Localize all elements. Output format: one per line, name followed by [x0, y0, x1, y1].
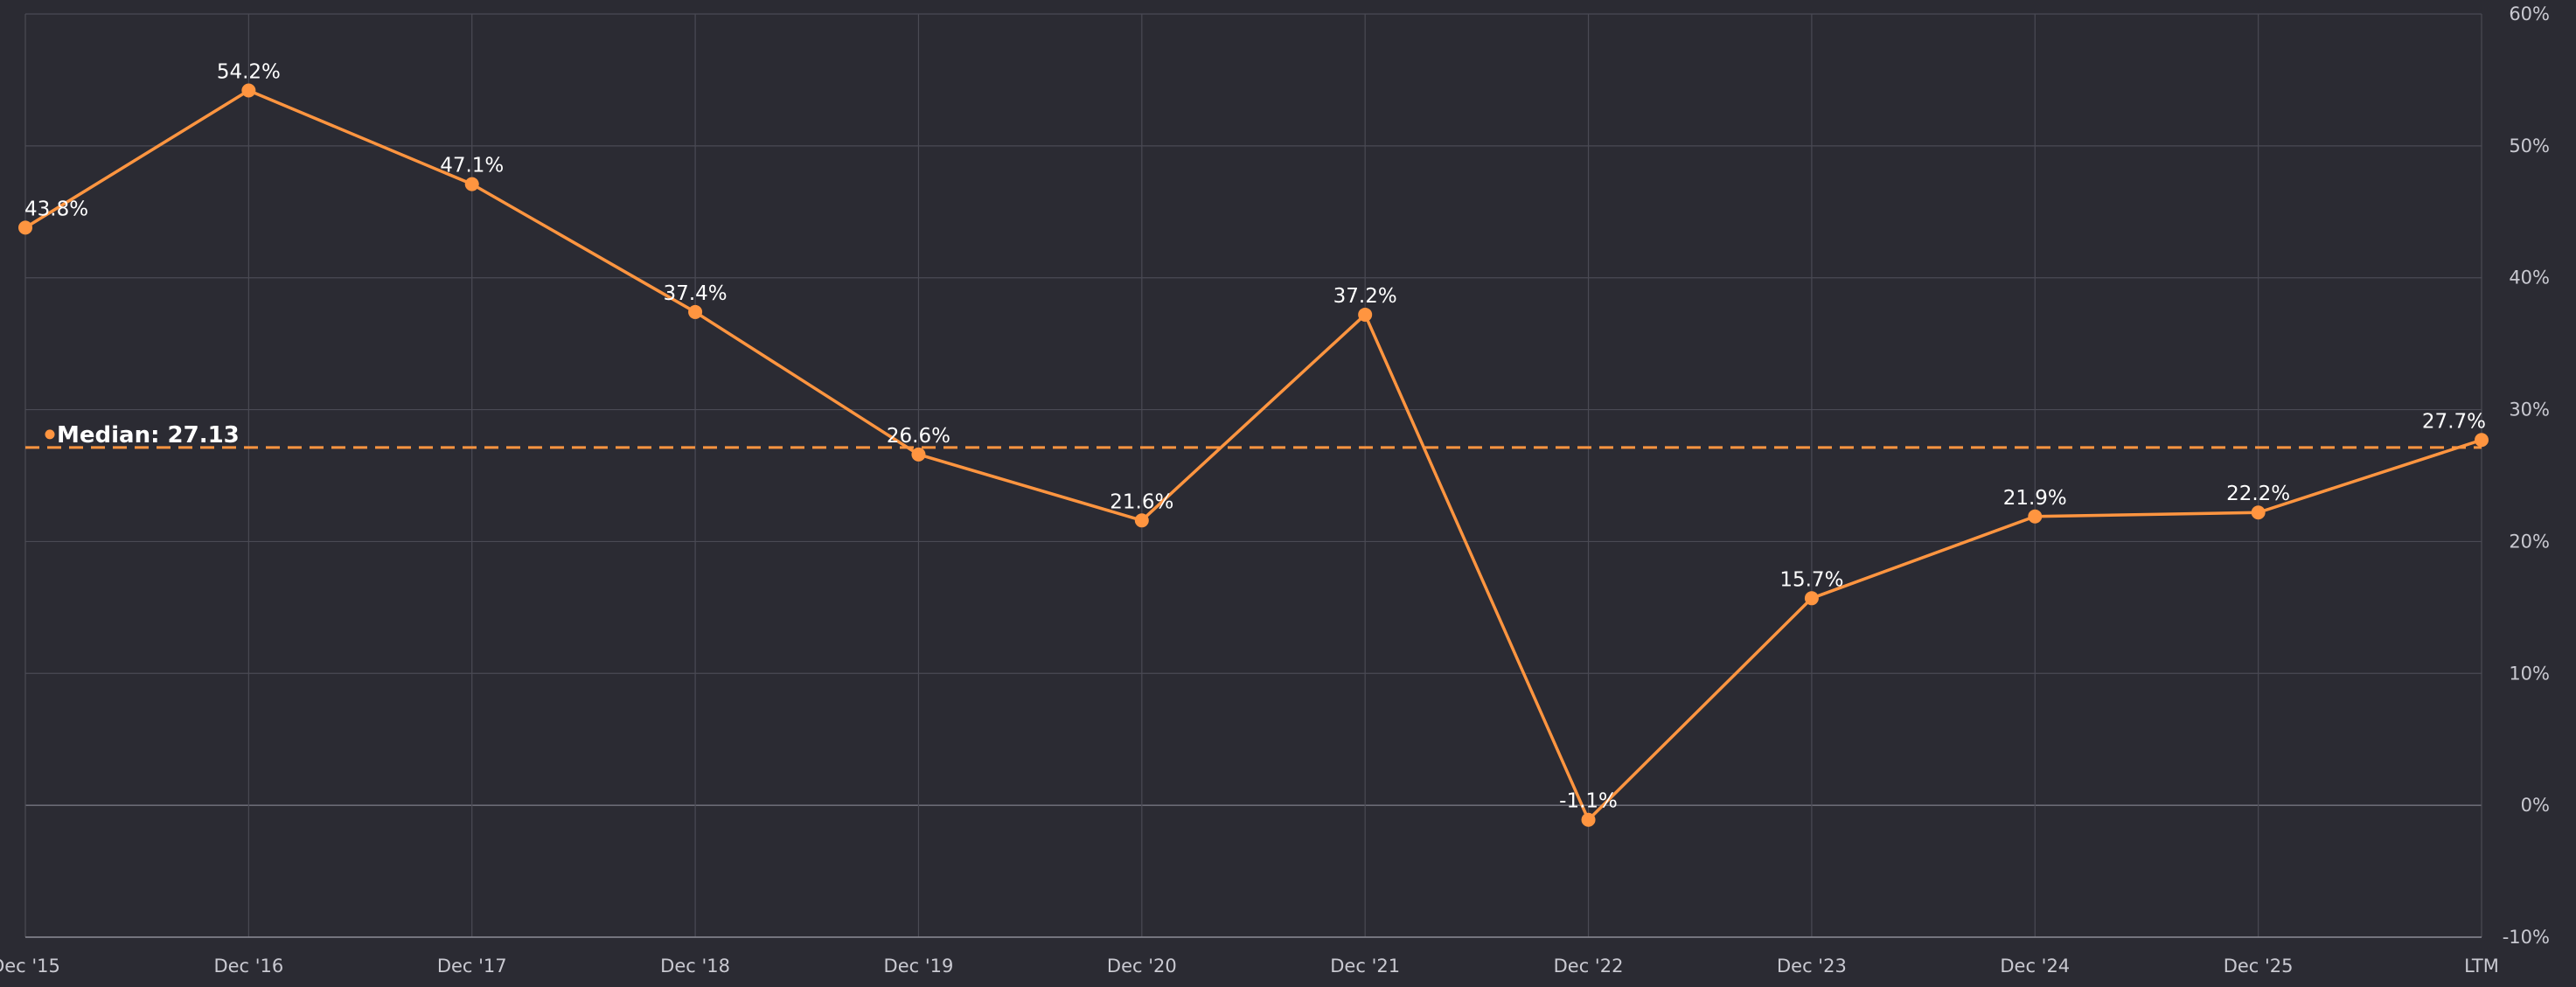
y-tick-label: 0% [2521, 795, 2550, 816]
y-tick-label: 60% [2509, 3, 2550, 24]
x-tick-label: Dec '23 [1777, 956, 1847, 977]
y-tick-label: 10% [2509, 663, 2550, 684]
data-label: 37.4% [664, 282, 728, 305]
x-tick-label: Dec '16 [213, 956, 283, 977]
data-label: 43.8% [24, 198, 88, 220]
x-tick-label: Dec '25 [2224, 956, 2294, 977]
median-marker [45, 429, 55, 440]
x-tick-label: Dec '17 [437, 956, 507, 977]
y-tick-label: 40% [2509, 268, 2550, 288]
data-label: 22.2% [2226, 483, 2290, 505]
y-tick-label: -10% [2503, 927, 2550, 948]
data-point [688, 304, 703, 319]
x-tick-label: LTM [2464, 956, 2499, 977]
data-point [1804, 591, 1819, 606]
x-tick-label: Dec '15 [0, 956, 60, 977]
data-point [1581, 812, 1596, 827]
data-point [911, 447, 926, 462]
x-tick-label: Dec '21 [1330, 956, 1400, 977]
data-label: 27.7% [2422, 410, 2486, 433]
y-tick-label: 20% [2509, 531, 2550, 552]
y-tick-label: 30% [2509, 400, 2550, 421]
data-label: 26.6% [887, 425, 950, 448]
x-tick-label: Dec '24 [2000, 956, 2070, 977]
data-label: 54.2% [217, 60, 281, 83]
data-point [18, 220, 32, 235]
data-label: 15.7% [1779, 568, 1843, 591]
line-chart: 60% 50% 40% 30% 20% 10% 0% -10% Dec '15 Dec '16 D… [0, 0, 2576, 987]
data-point [2251, 505, 2266, 520]
data-label: 47.1% [440, 155, 504, 177]
data-label: 21.6% [1110, 490, 1173, 513]
x-tick-label: Dec '19 [884, 956, 954, 977]
y-tick-label: 50% [2509, 136, 2550, 156]
data-point [464, 177, 479, 191]
data-label: 37.2% [1333, 285, 1397, 308]
data-point [2475, 433, 2489, 448]
x-tick-label: Dec '20 [1107, 956, 1177, 977]
data-point [2028, 509, 2043, 524]
data-point [1134, 513, 1149, 528]
x-tick-label: Dec '18 [660, 956, 730, 977]
median-label: Median: 27.13 [57, 422, 240, 448]
x-tick-label: Dec '22 [1554, 956, 1624, 977]
data-label: 21.9% [2003, 487, 2067, 510]
data-point [241, 83, 256, 98]
data-label: -1.1% [1559, 790, 1618, 813]
data-point [1358, 307, 1373, 322]
